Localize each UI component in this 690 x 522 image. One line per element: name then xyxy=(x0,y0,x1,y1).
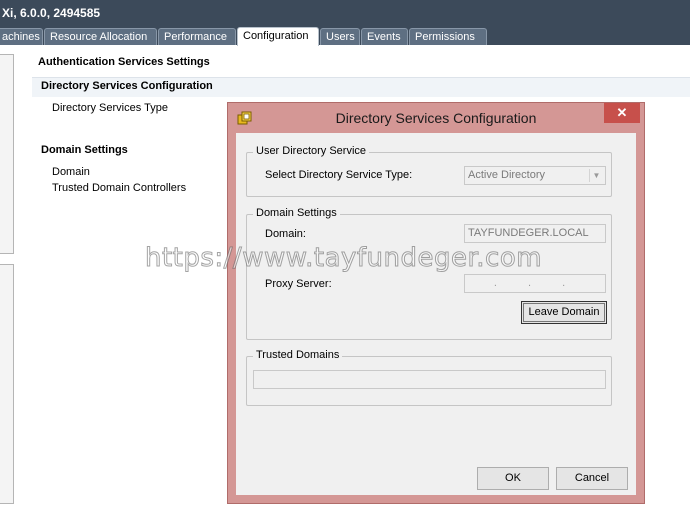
user-directory-legend: User Directory Service xyxy=(253,145,370,157)
trusted-domain-controllers-label: Trusted Domain Controllers xyxy=(52,182,187,194)
leave-domain-button[interactable]: Leave Domain xyxy=(521,301,607,324)
directory-services-type-label: Directory Services Type xyxy=(52,102,168,114)
domain-row-label: Domain xyxy=(52,166,90,178)
left-panel-top xyxy=(0,54,14,254)
directory-service-type-select[interactable]: Active Directory ▼ xyxy=(464,166,606,185)
tab-performance[interactable]: Performance xyxy=(158,28,236,45)
directory-service-type-value: Active Directory xyxy=(468,169,546,181)
proxy-server-label: Proxy Server: xyxy=(265,278,332,290)
tab-users[interactable]: Users xyxy=(320,28,360,45)
tab-events[interactable]: Events xyxy=(361,28,408,45)
left-panel-bottom xyxy=(0,264,14,504)
page-heading: Authentication Services Settings xyxy=(38,56,210,68)
directory-services-heading: Directory Services Configuration xyxy=(41,80,213,92)
ok-button[interactable]: OK xyxy=(477,467,549,490)
watermark-text: https://www.tayfundeger.com xyxy=(144,243,543,274)
domain-label: Domain: xyxy=(265,228,306,240)
window-title-bar: Xi, 6.0.0, 2494585 xyxy=(0,0,690,26)
domain-settings-heading: Domain Settings xyxy=(41,144,128,156)
directory-services-dialog: Directory Services Configuration ✕ User … xyxy=(227,102,645,504)
cancel-button[interactable]: Cancel xyxy=(556,467,628,490)
tab-virtual-machines[interactable]: achines xyxy=(0,28,43,45)
trusted-domains-legend: Trusted Domains xyxy=(253,349,343,361)
select-service-type-label: Select Directory Service Type: xyxy=(265,169,413,181)
domain-settings-legend: Domain Settings xyxy=(253,207,340,219)
dialog-title: Directory Services Configuration xyxy=(335,110,537,126)
domain-field[interactable]: TAYFUNDEGER.LOCAL xyxy=(464,224,606,243)
tab-strip: achines Resource Allocation Performance … xyxy=(0,26,690,46)
chevron-down-icon: ▼ xyxy=(589,169,603,182)
window-title: Xi, 6.0.0, 2494585 xyxy=(2,6,101,20)
trusted-domains-list[interactable] xyxy=(253,370,606,389)
close-icon[interactable]: ✕ xyxy=(604,103,640,123)
dialog-body: User Directory Service Select Directory … xyxy=(236,133,636,495)
tab-configuration[interactable]: Configuration xyxy=(237,27,319,46)
proxy-server-field[interactable]: . . . xyxy=(464,274,606,293)
tab-resource-allocation[interactable]: Resource Allocation xyxy=(44,28,157,45)
tab-permissions[interactable]: Permissions xyxy=(409,28,487,45)
